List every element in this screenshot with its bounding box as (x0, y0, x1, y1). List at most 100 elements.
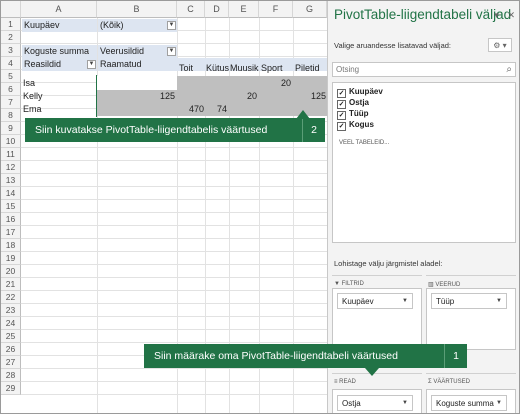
rows-area-header: ≡ READ (334, 379, 356, 385)
column-header-a[interactable]: A (21, 1, 97, 18)
row-header[interactable]: 9 (1, 122, 21, 135)
callout-values-display: Siin kuvatakse PivotTable-liigendtabelis… (25, 118, 325, 142)
filter-value: (Kõik) (98, 19, 177, 32)
row-header[interactable]: 11 (1, 148, 21, 161)
row-header[interactable]: 19 (1, 252, 21, 265)
column-header-e[interactable]: E (229, 1, 259, 18)
row-header[interactable]: 28 (1, 369, 21, 382)
callout-text: Siin määrake oma PivotTable-liigendtabel… (154, 350, 398, 362)
columns-drop-box[interactable]: Tüüp ▼ (426, 288, 516, 350)
field-list: ✓ Kuupäev ✓ Ostja ✓ Tüüp ✓ Kogus VEEL TABELE… (332, 82, 516, 243)
column-item-sport: Sport (261, 63, 283, 73)
row-header[interactable]: 2 (1, 31, 21, 44)
pill-dropdown-icon: ▼ (402, 298, 408, 304)
row-header[interactable]: 21 (1, 278, 21, 291)
pill-dropdown-icon: ▼ (402, 400, 408, 406)
row-labels-dropdown[interactable]: ▼ (87, 60, 96, 69)
field-item-tuup[interactable]: ✓ Tüüp (337, 109, 369, 120)
value-ema-kutus: 74 (216, 104, 227, 114)
filters-area-header: ▼ FILTRID (334, 281, 364, 287)
value-ema-toit: 470 (188, 104, 204, 114)
row-item-kelly: Kelly (23, 91, 43, 101)
row-header[interactable]: 20 (1, 265, 21, 278)
search-icon: ⌕ (506, 64, 512, 75)
row-item-isa: Isa (23, 78, 36, 88)
row-header[interactable]: 6 (1, 83, 21, 96)
row-header[interactable]: 29 (1, 382, 21, 395)
row-header[interactable]: 13 (1, 174, 21, 187)
row-header[interactable]: 8 (1, 109, 21, 122)
callout-number: 1 (444, 344, 467, 368)
column-header-b[interactable]: B (97, 1, 177, 18)
row-header[interactable]: 5 (1, 70, 21, 83)
row-header[interactable]: 15 (1, 200, 21, 213)
field-item-kogus[interactable]: ✓ Kogus (337, 120, 374, 131)
value-kelly-piletid: 125 (310, 91, 326, 101)
callout-text: Siin kuvatakse PivotTable-liigendtabelis… (35, 124, 268, 136)
filters-field-pill[interactable]: Kuupäev ▼ (337, 293, 413, 309)
callout-pointer-down-icon (365, 368, 379, 376)
checkbox-checked-icon[interactable]: ✓ (337, 122, 346, 131)
callout-number: 2 (302, 118, 325, 142)
column-labels-dropdown[interactable]: ▼ (167, 47, 176, 56)
rows-field-pill[interactable]: Ostja ▼ (337, 395, 413, 411)
pane-options-chevron-icon[interactable]: ▾ (494, 10, 499, 20)
row-header[interactable]: 23 (1, 304, 21, 317)
row-header[interactable]: 27 (1, 356, 21, 369)
row-header[interactable]: 10 (1, 135, 21, 148)
drag-areas-label: Lohistage välju järgmistel aladel: (334, 259, 443, 268)
more-tables-link[interactable]: VEEL TABELEID... (339, 140, 389, 146)
excel-window: A B C D E F G 1 2 3 4 5 6 7 8 9 10 11 12 13 14 15 16 17 1… (0, 0, 520, 414)
column-header-f[interactable]: F (259, 1, 293, 18)
values-area-header: Σ VÄÄRTUSED (428, 379, 470, 385)
row-header[interactable]: 24 (1, 317, 21, 330)
gear-icon[interactable]: ⚙ ▾ (488, 38, 512, 52)
columns-area-header: ▥ VEERUD (428, 282, 461, 288)
field-item-kuupaev[interactable]: ✓ Kuupäev (337, 87, 383, 98)
value-kelly-muusika: 20 (246, 91, 257, 101)
filter-icon: ▼ (334, 281, 342, 287)
row-header[interactable]: 3 (1, 44, 21, 57)
field-search-input[interactable]: Otsing ⌕ (332, 62, 516, 77)
columns-field-pill[interactable]: Tüüp ▼ (431, 293, 507, 309)
callout-pointer-up-icon (296, 110, 310, 119)
row-header[interactable]: 22 (1, 291, 21, 304)
field-item-ostja[interactable]: ✓ Ostja (337, 98, 369, 109)
rows-drop-box[interactable]: Ostja ▼ (332, 389, 422, 413)
pill-dropdown-icon: ▼ (496, 298, 502, 304)
row-header[interactable]: 7 (1, 96, 21, 109)
value-isa-sport: 20 (280, 78, 291, 88)
filter-field-label: Kuupäev (22, 19, 97, 32)
row-header[interactable]: 1 (1, 18, 21, 31)
filter-dropdown-button[interactable]: ▼ (167, 21, 176, 30)
column-item-piletid: Piletid (295, 63, 320, 73)
row-header[interactable]: 18 (1, 239, 21, 252)
row-header[interactable]: 26 (1, 343, 21, 356)
column-labels-header: Veerusildid (98, 45, 177, 58)
row-header[interactable]: 14 (1, 187, 21, 200)
column-item-toit: Toit (179, 63, 194, 73)
checkbox-checked-icon[interactable]: ✓ (337, 111, 346, 120)
row-header[interactable]: 4 (1, 57, 21, 70)
search-placeholder: Otsing (336, 65, 360, 74)
column-item-kutus: Kütus (206, 63, 229, 73)
row-labels-header: Reasildid (22, 58, 97, 71)
row-item-ema: Ema (23, 104, 42, 114)
select-all-corner[interactable] (1, 1, 21, 18)
checkbox-checked-icon[interactable]: ✓ (337, 89, 346, 98)
checkbox-checked-icon[interactable]: ✓ (337, 100, 346, 109)
values-drop-box[interactable]: Koguste summa ▼ (426, 389, 516, 413)
filters-area: ▼ FILTRID (332, 275, 422, 287)
row-header[interactable]: 12 (1, 161, 21, 174)
row-header[interactable]: 16 (1, 213, 21, 226)
value-kelly-raamatud: 125 (159, 91, 175, 101)
column-header-c[interactable]: C (177, 1, 205, 18)
column-header-d[interactable]: D (205, 1, 229, 18)
filters-drop-box[interactable]: Kuupäev ▼ (332, 288, 422, 350)
column-item-muusika: Muusika (230, 63, 259, 73)
row-header[interactable]: 25 (1, 330, 21, 343)
close-icon[interactable]: ✕ (507, 10, 515, 20)
row-header[interactable]: 17 (1, 226, 21, 239)
values-field-pill[interactable]: Koguste summa ▼ (431, 395, 507, 411)
column-header-g[interactable]: G (293, 1, 327, 18)
